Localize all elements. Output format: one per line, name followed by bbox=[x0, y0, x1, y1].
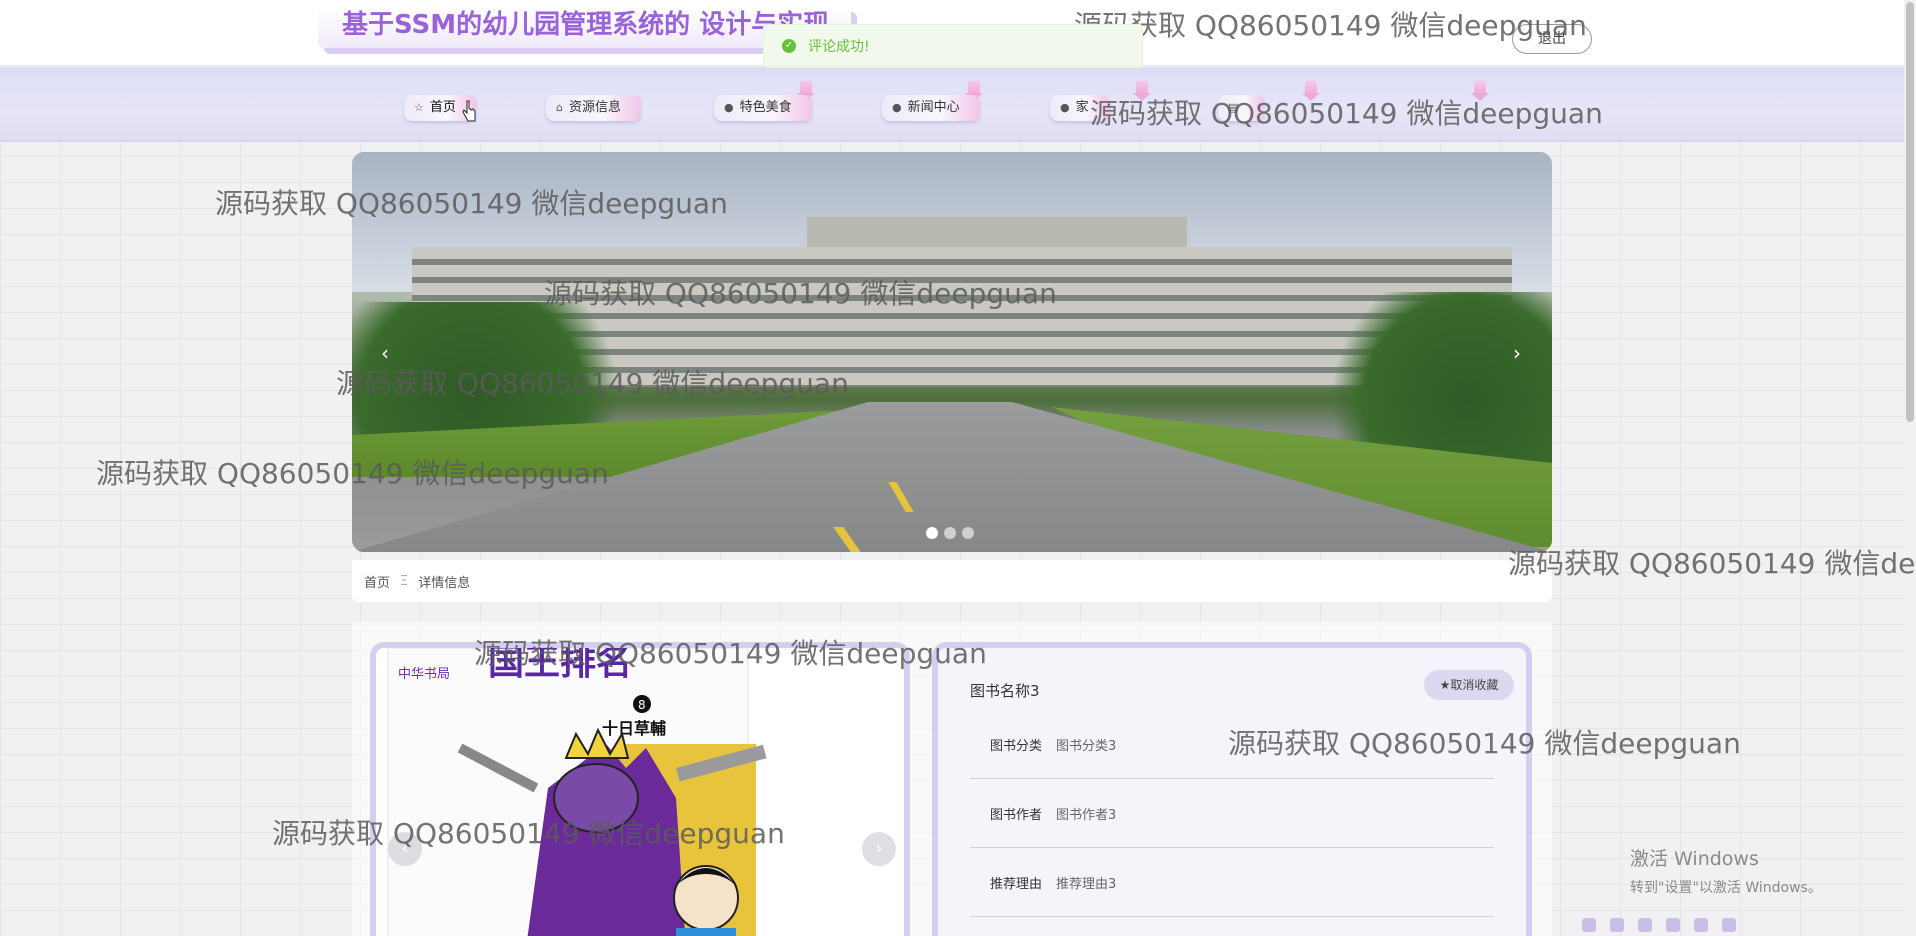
success-toast: ✓ 评论成功! bbox=[763, 24, 1143, 68]
breadcrumb-home[interactable]: 首页 bbox=[364, 572, 390, 591]
banner-next-arrow[interactable]: › bbox=[1502, 338, 1532, 368]
watermark: 源码获取 QQ86050149 微信deepguan bbox=[1090, 97, 1603, 130]
watermark: 源码获取 QQ86050149 微信deepguan bbox=[96, 457, 609, 490]
watermark: 源码获取 QQ86050149 微信deepguan bbox=[336, 367, 849, 400]
star-icon: ☆ bbox=[414, 101, 424, 114]
main-nav: ☆ 首页 ⌂ 资源信息 ● 特色美食 ● 新闻中心 ● 家 ▤ bbox=[0, 67, 1904, 142]
info-key: 推荐理由 bbox=[990, 876, 1043, 892]
breadcrumb-separator: Ξ bbox=[400, 573, 409, 589]
info-icon: ● bbox=[724, 101, 734, 114]
nav-item-resources[interactable]: ⌂ 资源信息 bbox=[546, 95, 641, 121]
nav-decoration bbox=[965, 81, 983, 101]
info-key: 图书作者 bbox=[990, 807, 1043, 823]
book-cover-image: 中华书局 国王排名 8 十日草輔 bbox=[376, 648, 904, 936]
question-icon: ● bbox=[892, 101, 902, 114]
ime-icon[interactable] bbox=[1722, 918, 1736, 932]
ime-icon[interactable] bbox=[1638, 918, 1652, 932]
cover-subtitle: 十日草輔 bbox=[602, 719, 666, 738]
book-info-card: 图书名称3 ★取消收藏 图书分类 图书分类3 图书作者 图书作者3 推荐理由 推… bbox=[932, 642, 1532, 936]
info-key: 图书分类 bbox=[990, 738, 1043, 754]
page-scrollbar[interactable] bbox=[1904, 0, 1916, 936]
windows-activation-title: 激活 Windows bbox=[1630, 848, 1759, 870]
nav-item-label: 新闻中心 bbox=[907, 100, 960, 115]
watermark: 源码获取 QQ86050149 微信deepguan bbox=[215, 187, 728, 220]
watermark: 源码获取 QQ86050149 微信deepguan bbox=[272, 817, 785, 850]
book-name: 图书名称3 bbox=[970, 682, 1040, 700]
ime-icon[interactable] bbox=[1610, 918, 1624, 932]
book-gallery: 中华书局 国王排名 8 十日草輔 ‹ › bbox=[370, 642, 910, 936]
banner-pagination bbox=[926, 527, 974, 539]
toast-message: 评论成功! bbox=[808, 39, 870, 55]
ime-toolbar bbox=[1582, 914, 1882, 936]
nav-item-label: 首页 bbox=[429, 100, 456, 115]
watermark: 源码获取 QQ86050149 微信deepguan bbox=[544, 277, 1057, 310]
watermark: 源码获取 QQ86050149 微信deepguan bbox=[1074, 9, 1587, 42]
cover-volume: 8 bbox=[638, 698, 646, 712]
cancel-favorite-button[interactable]: ★取消收藏 bbox=[1424, 670, 1514, 700]
nav-item-label: 家 bbox=[1075, 100, 1089, 115]
info-row-author: 图书作者 图书作者3 bbox=[970, 779, 1494, 848]
banner-dot[interactable] bbox=[944, 527, 956, 539]
watermark: 源码获取 QQ86050149 微信deepguan bbox=[474, 637, 987, 670]
info-value: 图书作者3 bbox=[1056, 807, 1117, 823]
cover-publisher: 中华书局 bbox=[398, 667, 450, 682]
banner-building-top bbox=[807, 217, 1187, 249]
lock-icon: ⌂ bbox=[556, 101, 563, 114]
mouse-cursor-icon bbox=[462, 100, 476, 122]
info-icon: ● bbox=[1060, 101, 1070, 114]
banner-dot[interactable] bbox=[962, 527, 974, 539]
breadcrumb-current: 详情信息 bbox=[418, 575, 471, 591]
nav-item-label: 资源信息 bbox=[568, 100, 621, 115]
nav-item-news[interactable]: ● 新闻中心 bbox=[882, 95, 980, 121]
ime-icon[interactable] bbox=[1694, 918, 1708, 932]
windows-activation-notice: 激活 Windows 转到"设置"以激活 Windows。 bbox=[1630, 844, 1822, 897]
info-value: 推荐理由3 bbox=[1056, 876, 1117, 892]
banner-dot[interactable] bbox=[926, 527, 938, 539]
breadcrumb: 首页 Ξ 详情信息 bbox=[352, 560, 1552, 602]
nav-item-food[interactable]: ● 特色美食 bbox=[714, 95, 812, 121]
ime-icon[interactable] bbox=[1666, 918, 1680, 932]
nav-decoration bbox=[797, 81, 815, 101]
scrollbar-thumb[interactable] bbox=[1906, 2, 1914, 422]
watermark: 源码获取 QQ86050149 微信deepguan bbox=[1228, 727, 1741, 760]
gallery-next-arrow[interactable]: › bbox=[862, 832, 896, 866]
ime-icon[interactable] bbox=[1582, 918, 1596, 932]
info-value: 图书分类3 bbox=[1056, 738, 1117, 754]
watermark: 源码获取 QQ86050149 微信deepguan bbox=[1508, 547, 1916, 580]
nav-item-label: 特色美食 bbox=[739, 100, 792, 115]
info-row-reason: 推荐理由 推荐理由3 bbox=[970, 848, 1494, 917]
check-circle-icon: ✓ bbox=[782, 39, 796, 53]
windows-activation-subtitle: 转到"设置"以激活 Windows。 bbox=[1630, 880, 1822, 896]
